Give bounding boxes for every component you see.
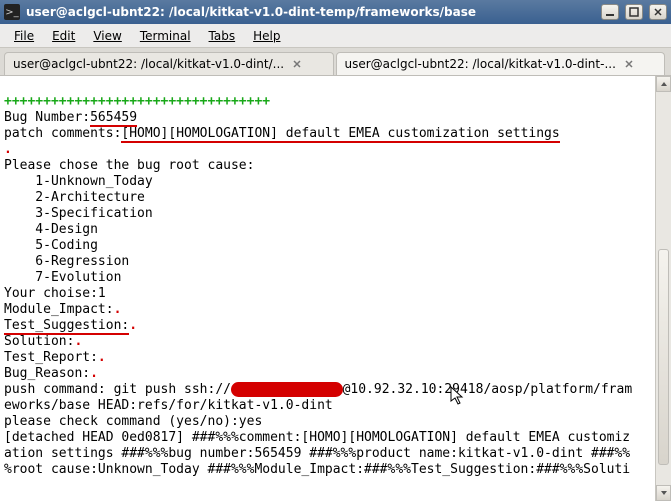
terminal-app-icon: >_ — [4, 4, 20, 20]
window-titlebar: >_ user@aclgcl-ubnt22: /local/kitkat-v1.… — [0, 0, 671, 24]
tab-label: user@aclgcl-ubnt22: /local/kitkat-v1.0-d… — [345, 57, 616, 71]
scrollbar-track[interactable] — [656, 92, 671, 485]
close-icon[interactable] — [290, 57, 304, 71]
window-maximize-button[interactable] — [625, 4, 643, 20]
tab-label: user@aclgcl-ubnt22: /local/kitkat-v1.0-d… — [13, 57, 284, 71]
tab-terminal-0[interactable]: user@aclgcl-ubnt22: /local/kitkat-v1.0-d… — [4, 52, 334, 75]
menu-file[interactable]: File — [6, 27, 42, 45]
menu-help[interactable]: Help — [245, 27, 288, 45]
close-icon[interactable] — [622, 57, 636, 71]
window-title: user@aclgcl-ubnt22: /local/kitkat-v1.0-d… — [26, 5, 595, 19]
menubar: File Edit View Terminal Tabs Help — [0, 24, 671, 48]
terminal-pane[interactable]: ++++++++++++++++++++++++++++++++++ Bug N… — [0, 76, 671, 501]
window-minimize-button[interactable] — [601, 4, 619, 20]
menu-tabs[interactable]: Tabs — [201, 27, 244, 45]
scrollbar-thumb[interactable] — [658, 249, 669, 465]
scroll-up-button[interactable] — [656, 76, 671, 92]
menu-view[interactable]: View — [85, 27, 129, 45]
menu-terminal[interactable]: Terminal — [132, 27, 199, 45]
terminal-output: ++++++++++++++++++++++++++++++++++ Bug N… — [0, 76, 671, 480]
tab-terminal-1[interactable]: user@aclgcl-ubnt22: /local/kitkat-v1.0-d… — [336, 52, 666, 75]
tabbar: user@aclgcl-ubnt22: /local/kitkat-v1.0-d… — [0, 48, 671, 76]
vertical-scrollbar[interactable] — [655, 76, 671, 501]
scroll-down-button[interactable] — [656, 485, 671, 501]
menu-edit[interactable]: Edit — [44, 27, 83, 45]
window-close-button[interactable] — [649, 4, 667, 20]
